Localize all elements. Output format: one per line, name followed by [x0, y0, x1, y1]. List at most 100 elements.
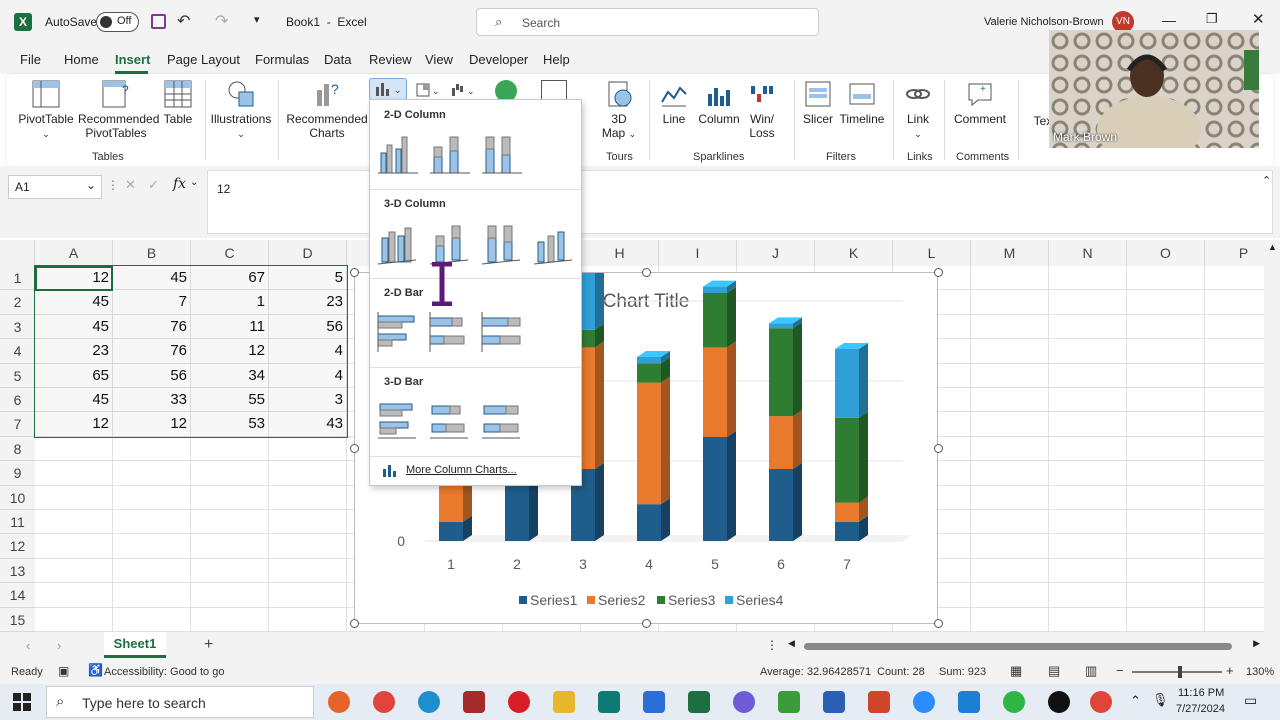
chart-resize-handle[interactable] — [934, 268, 943, 277]
3d-stacked-column-option[interactable] — [428, 222, 472, 266]
row-header-14[interactable]: 14 — [0, 583, 35, 608]
excel-taskbar-icon[interactable] — [688, 691, 710, 713]
column-header-c[interactable]: C — [191, 240, 269, 266]
page-layout-view-icon[interactable]: ▤ — [1048, 663, 1060, 679]
tab-home[interactable]: Home — [64, 52, 99, 67]
row-header-15[interactable]: 15 — [0, 607, 35, 632]
clustered-column-option[interactable] — [376, 133, 420, 175]
chevron-up-icon[interactable]: ⌃ — [1262, 174, 1271, 187]
select-all-corner[interactable] — [0, 240, 35, 266]
column-header-i[interactable]: I — [659, 240, 737, 266]
comment-button[interactable]: + Comment — [952, 80, 1008, 126]
column-chart-dropdown-button[interactable]: ⌄ — [369, 78, 407, 100]
100-stacked-bar-option[interactable] — [480, 310, 524, 354]
chart-resize-handle[interactable] — [642, 619, 651, 628]
column-header-d[interactable]: D — [269, 240, 347, 266]
accessibility-status[interactable]: Accessibility: Good to go — [104, 666, 224, 678]
macro-icon[interactable]: ▣ — [58, 664, 69, 678]
row-header-6[interactable]: 6 — [0, 388, 35, 413]
row-header-5[interactable]: 5 — [0, 363, 35, 388]
notification-icon[interactable]: ▭ — [1244, 692, 1257, 709]
3d-stacked-bar-option[interactable] — [428, 398, 472, 442]
row-header-4[interactable]: 4 — [0, 339, 35, 364]
store-icon[interactable] — [643, 691, 665, 713]
file-explorer-icon[interactable] — [553, 691, 575, 713]
close-icon[interactable]: ✕ — [1252, 10, 1265, 28]
scroll-right-icon[interactable]: › — [57, 638, 61, 653]
windows-start-icon[interactable] — [13, 693, 31, 711]
zoom-level[interactable]: 130% — [1246, 666, 1274, 678]
customize-qat-icon[interactable]: ▾ — [254, 13, 260, 26]
stacked-column-option[interactable] — [428, 133, 472, 175]
3d-column-option[interactable] — [532, 222, 576, 266]
sparkline-line-button[interactable]: Line — [656, 80, 692, 126]
column-header-k[interactable]: K — [815, 240, 893, 266]
recommended-charts-button[interactable]: ? Recommended Charts — [286, 80, 368, 140]
tab-file[interactable]: File — [20, 52, 41, 67]
insert-function-icon[interactable]: fx — [173, 176, 186, 192]
whatsapp-icon[interactable] — [1003, 691, 1025, 713]
row-header-2[interactable]: 2 — [0, 290, 35, 315]
firefox-icon[interactable] — [328, 691, 350, 713]
normal-view-icon[interactable]: ▦ — [1010, 663, 1022, 679]
search-box[interactable]: ⌕ Search — [476, 8, 819, 36]
row-header-12[interactable]: 12 — [0, 534, 35, 559]
scroll-left-icon[interactable]: ‹ — [26, 638, 30, 653]
row-header-8[interactable]: 8 — [0, 436, 35, 462]
taskbar-search-box[interactable]: ⌕ Type here to search — [46, 686, 314, 718]
word-icon[interactable] — [823, 691, 845, 713]
tiktok-icon[interactable] — [1048, 691, 1070, 713]
project-icon[interactable] — [778, 691, 800, 713]
save-icon[interactable] — [151, 14, 166, 29]
publisher-icon[interactable] — [598, 691, 620, 713]
chart-resize-handle[interactable] — [642, 268, 651, 277]
hierarchy-chart-button[interactable]: ⌄ — [416, 82, 440, 98]
zoom-app-icon[interactable] — [913, 691, 935, 713]
column-header-n[interactable]: N — [1049, 240, 1127, 266]
clock-time[interactable]: 11:16 PM — [1178, 687, 1224, 699]
scrollbar-thumb[interactable] — [804, 643, 1232, 650]
chart-resize-handle[interactable] — [350, 619, 359, 628]
sparkline-winloss-button[interactable]: Win/Loss — [744, 80, 780, 140]
mail-icon[interactable] — [958, 691, 980, 713]
stacked-bar-option[interactable] — [428, 310, 472, 354]
scroll-up-icon[interactable]: ▲ — [1268, 242, 1277, 252]
3d-clustered-bar-option[interactable] — [376, 398, 420, 442]
tab-page-layout[interactable]: Page Layout — [167, 52, 240, 67]
clock-date[interactable]: 7/27/2024 — [1176, 703, 1225, 715]
formula-input[interactable]: 12 — [207, 170, 1273, 234]
column-header-a[interactable]: A — [35, 240, 113, 266]
vertical-scrollbar[interactable]: ▲ — [1264, 240, 1280, 632]
row-header-3[interactable]: 3 — [0, 314, 35, 340]
sheet-tab-sheet1[interactable]: Sheet1 — [104, 632, 166, 658]
tab-help[interactable]: Help — [543, 52, 570, 67]
horizontal-scrollbar[interactable]: ◀ ▶ — [786, 638, 1262, 652]
3d-map-button[interactable]: 3D Map ⌄ — [601, 80, 637, 141]
scroll-right-icon[interactable]: ▶ — [1253, 638, 1260, 649]
chevron-up-icon[interactable]: ⌃ — [1130, 693, 1141, 709]
slicer-button[interactable]: Slicer — [800, 80, 836, 126]
row-header-1[interactable]: 1 — [0, 266, 35, 291]
zoom-slider-thumb[interactable] — [1178, 666, 1182, 678]
row-header-7[interactable]: 7 — [0, 412, 35, 437]
3d-100-stacked-bar-option[interactable] — [480, 398, 524, 442]
tab-view[interactable]: View — [425, 52, 453, 67]
tab-formulas[interactable]: Formulas — [255, 52, 309, 67]
more-options-icon[interactable]: ⋮ — [107, 178, 119, 192]
3d-clustered-column-option[interactable] — [376, 222, 420, 266]
powerpoint-icon[interactable] — [868, 691, 890, 713]
sparkline-column-button[interactable]: Column — [696, 80, 742, 126]
minimize-icon[interactable]: — — [1162, 12, 1176, 28]
opera-icon[interactable] — [508, 691, 530, 713]
row-header-10[interactable]: 10 — [0, 485, 35, 510]
chart-resize-handle[interactable] — [350, 444, 359, 453]
column-header-j[interactable]: J — [737, 240, 815, 266]
table-button[interactable]: Table — [158, 80, 198, 126]
page-break-view-icon[interactable]: ▥ — [1085, 663, 1097, 679]
link-button[interactable]: Link ⌄ — [902, 80, 934, 141]
waterfall-chart-button[interactable]: ⌄ — [451, 82, 475, 98]
column-header-l[interactable]: L — [893, 240, 971, 266]
pivot-table-button[interactable]: PivotTable ⌄ — [16, 80, 76, 141]
column-header-b[interactable]: B — [113, 240, 191, 266]
zoom-out-icon[interactable]: − — [1116, 663, 1124, 678]
